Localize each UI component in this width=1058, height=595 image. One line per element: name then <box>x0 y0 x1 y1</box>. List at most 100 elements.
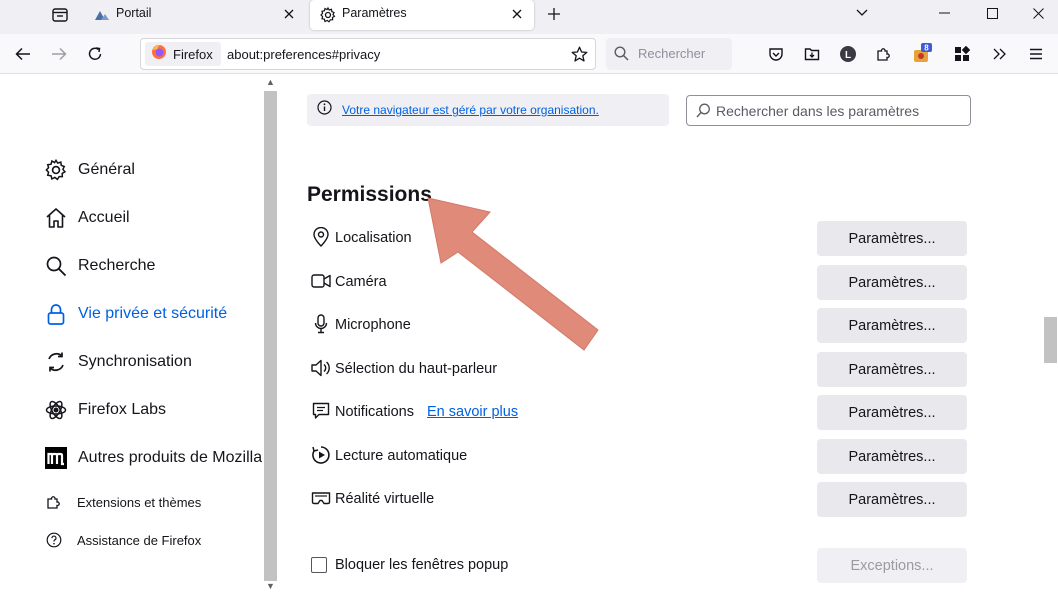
url-text[interactable]: about:preferences#privacy <box>227 47 380 62</box>
sidebar-item-extensions[interactable]: Extensions et thèmes <box>44 486 201 518</box>
url-bar[interactable]: Firefox about:preferences#privacy <box>140 38 596 70</box>
puzzle-icon <box>44 492 64 512</box>
sidebar-scrollbar[interactable]: ▲ ▼ <box>262 75 279 595</box>
policy-banner: Votre navigateur est géré par votre orga… <box>307 94 669 126</box>
tab-list-icon[interactable] <box>46 3 74 27</box>
search-icon <box>44 254 68 278</box>
sidebar-item-labs[interactable]: Firefox Labs <box>44 394 166 426</box>
sidebar-item-label: Extensions et thèmes <box>77 494 202 510</box>
sidebar-item-label: Accueil <box>78 209 130 226</box>
tab-label: Paramètres <box>342 6 407 20</box>
maximize-icon[interactable] <box>970 0 1014 26</box>
overflow-chevrons-icon[interactable] <box>988 42 1012 66</box>
sidebar-item-search[interactable]: Recherche <box>44 250 155 282</box>
permission-label: Réalité virtuelle <box>335 491 435 507</box>
permission-row-vr: Réalité virtuelle Paramètres... <box>307 482 967 518</box>
home-icon <box>44 206 68 230</box>
autoplay-settings-button[interactable]: Paramètres... <box>817 439 967 474</box>
reload-icon[interactable] <box>81 40 109 68</box>
preferences-main: Votre navigateur est géré par votre orga… <box>279 75 1043 595</box>
chevron-down-icon[interactable] <box>840 0 884 26</box>
search-icon <box>614 46 629 66</box>
nav-bar: Firefox about:preferences#privacy Recher… <box>0 34 1058 74</box>
notification-icon <box>311 401 331 421</box>
sidebar-item-sync[interactable]: Synchronisation <box>44 346 192 378</box>
policy-link[interactable]: Votre navigateur est géré par votre orga… <box>342 103 599 117</box>
search-bar[interactable]: Rechercher <box>606 38 732 70</box>
scroll-down-arrow-icon[interactable]: ▼ <box>265 581 276 592</box>
location-pin-icon <box>311 227 331 247</box>
microphone-icon <box>311 314 331 334</box>
notifications-settings-button[interactable]: Paramètres... <box>817 395 967 430</box>
permission-label: Microphone <box>335 317 411 333</box>
minimize-icon[interactable] <box>922 0 966 26</box>
vr-headset-icon <box>311 488 331 508</box>
puzzle-icon[interactable] <box>872 42 896 66</box>
tab-portail[interactable]: Portail <box>84 0 306 30</box>
sidebar-item-privacy[interactable]: Vie privée et sécurité <box>44 298 227 330</box>
close-icon[interactable] <box>508 5 526 23</box>
permission-row-notifications: Notifications En savoir plus Paramètres.… <box>307 395 967 431</box>
hamburger-menu-icon[interactable] <box>1024 42 1048 66</box>
grid-apps-icon[interactable] <box>950 42 974 66</box>
scroll-up-arrow-icon[interactable]: ▲ <box>265 77 276 88</box>
sidebar-item-support[interactable]: Assistance de Firefox <box>44 524 201 556</box>
sidebar-item-home[interactable]: Accueil <box>44 202 130 234</box>
block-popups-label[interactable]: Bloquer les fenêtres popup <box>335 557 508 573</box>
permission-label: Notifications <box>335 404 414 420</box>
permission-label: Lecture automatique <box>335 448 468 464</box>
settings-search-input[interactable]: Rechercher dans les paramètres <box>686 95 971 126</box>
firefox-logo-icon <box>151 44 167 65</box>
downloads-folder-icon[interactable] <box>800 42 824 66</box>
window-close-icon[interactable] <box>1016 0 1058 26</box>
sidebar-item-label: Autres produits de Mozilla <box>78 449 262 466</box>
permission-row-camera: Caméra Paramètres... <box>307 265 967 301</box>
scrollbar-thumb[interactable] <box>264 91 277 581</box>
extension-badge-icon[interactable]: 8 <box>910 42 934 66</box>
extension-badge-count: 8 <box>924 44 929 53</box>
autoplay-icon <box>311 445 331 465</box>
permission-row-popups: Bloquer les fenêtres popup Exceptions... <box>307 548 967 584</box>
permission-row-autoplay: Lecture automatique Paramètres... <box>307 439 967 475</box>
speaker-icon <box>311 358 331 378</box>
identity-box[interactable]: Firefox <box>145 42 221 66</box>
sidebar-item-label: Général <box>78 161 135 178</box>
sync-icon <box>44 350 68 374</box>
sidebar-item-mozilla[interactable]: Autres produits de Mozilla <box>44 442 262 474</box>
location-settings-button[interactable]: Paramètres... <box>817 221 967 256</box>
permission-row-location: Localisation Paramètres... <box>307 221 967 257</box>
sidebar-item-general[interactable]: Général <box>44 154 135 186</box>
permission-row-speaker: Sélection du haut-parleur Paramètres... <box>307 352 967 388</box>
vr-settings-button[interactable]: Paramètres... <box>817 482 967 517</box>
gear-icon <box>44 158 68 182</box>
section-title-permissions: Permissions <box>307 183 432 206</box>
back-arrow-icon[interactable] <box>9 40 37 68</box>
speaker-settings-button[interactable]: Paramètres... <box>817 352 967 387</box>
new-tab-plus-icon[interactable] <box>542 2 566 26</box>
main-scrollbar[interactable] <box>1043 75 1058 595</box>
search-icon <box>696 103 711 123</box>
scrollbar-thumb[interactable] <box>1044 317 1057 363</box>
camera-icon <box>311 271 331 291</box>
pocket-icon[interactable] <box>764 42 788 66</box>
bookmark-star-icon[interactable] <box>569 44 589 64</box>
tab-parametres[interactable]: Paramètres <box>310 0 534 30</box>
forward-arrow-icon[interactable] <box>45 40 73 68</box>
settings-search-placeholder: Rechercher dans les paramètres <box>716 103 920 119</box>
labs-icon <box>44 398 68 422</box>
account-avatar[interactable]: L <box>836 42 860 66</box>
gear-icon <box>320 7 336 23</box>
camera-settings-button[interactable]: Paramètres... <box>817 265 967 300</box>
search-placeholder: Rechercher <box>638 46 706 61</box>
tab-strip: Portail Paramètres <box>0 0 1058 34</box>
account-initial: L <box>845 50 851 61</box>
tab-label: Portail <box>116 6 152 20</box>
learn-more-link[interactable]: En savoir plus <box>427 404 518 420</box>
microphone-settings-button[interactable]: Paramètres... <box>817 308 967 343</box>
info-icon <box>317 100 332 120</box>
help-icon <box>44 530 64 550</box>
block-popups-checkbox[interactable] <box>311 557 327 573</box>
popup-exceptions-button[interactable]: Exceptions... <box>817 548 967 583</box>
identity-label: Firefox <box>173 46 213 62</box>
close-icon[interactable] <box>280 5 298 23</box>
